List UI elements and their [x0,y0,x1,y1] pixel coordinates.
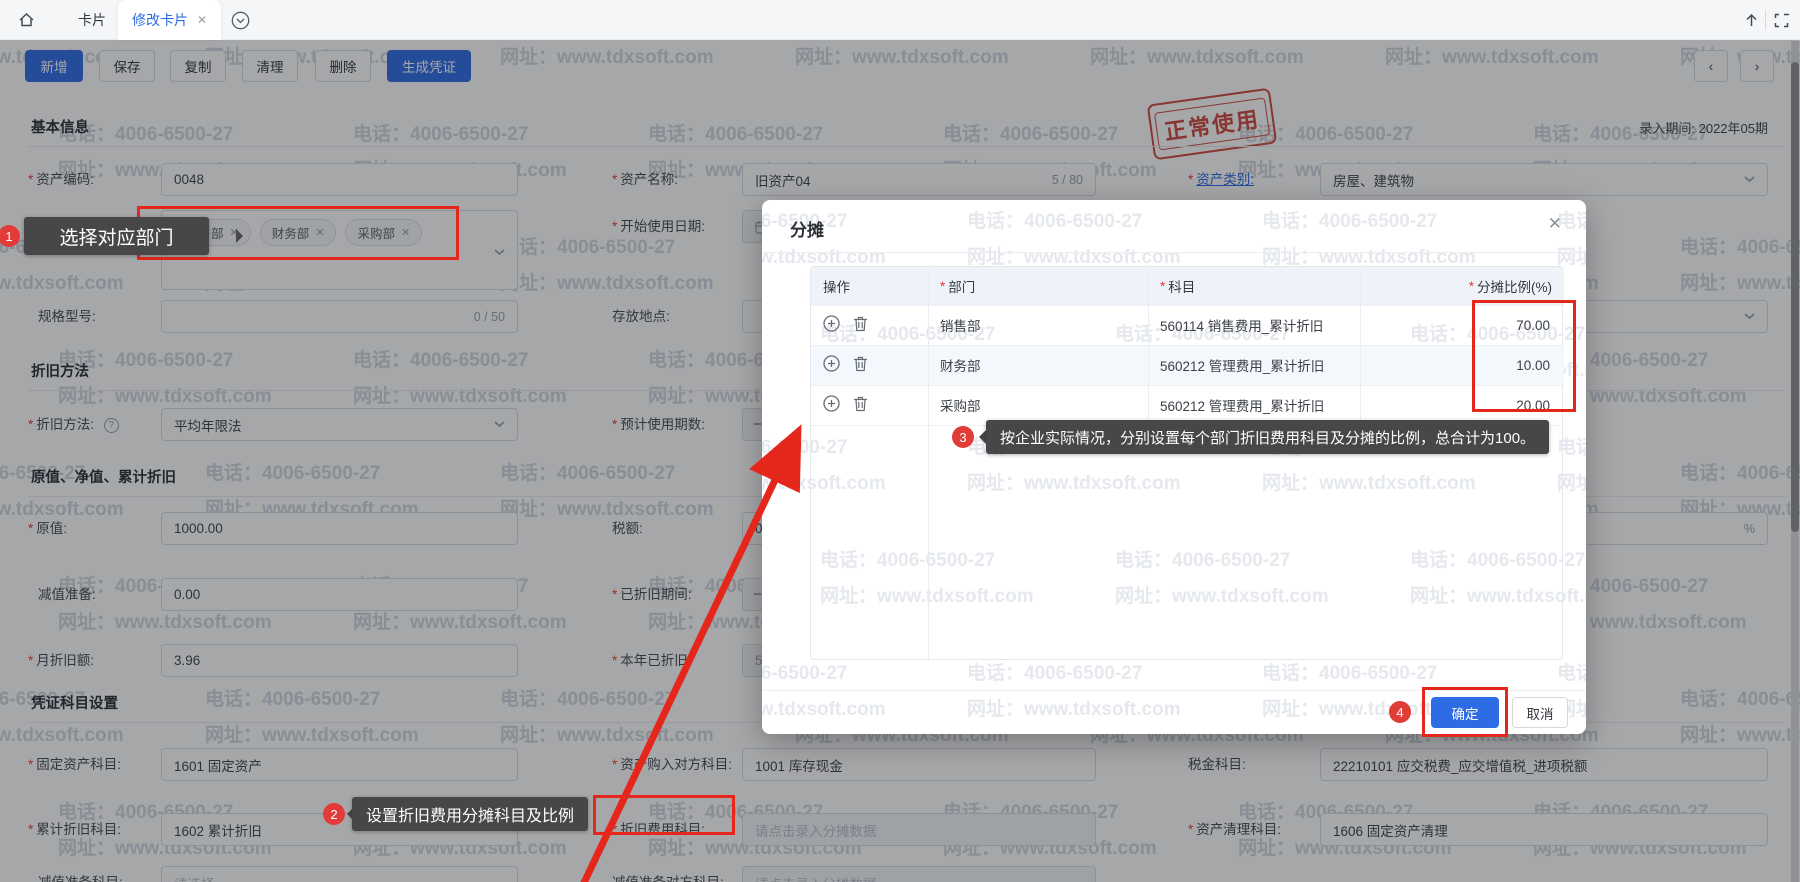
col-header-subject: *科目 [1148,267,1360,305]
col-header-ratio: *分摊比例(%) [1360,267,1564,305]
annotation-tooltip: 按企业实际情况，分别设置每个部门折旧费用科目及分摊的比例，总合计为100。 [986,420,1549,454]
tab-close-icon[interactable]: ✕ [197,13,207,27]
delete-row-icon[interactable] [853,316,868,335]
cell-ratio[interactable]: 10.00 [1360,345,1562,385]
cell-ratio[interactable]: 20.00 [1360,385,1562,425]
watermark-text: 电话：4006-6500-27 [1557,658,1586,685]
grid-line [1360,267,1361,425]
grid-line [811,305,1564,306]
cell-subject[interactable]: 560212 管理费用_累计折旧 [1148,385,1360,425]
add-row-icon[interactable] [823,395,840,415]
app-window: 电话：4006-6500-27 网址：www.tdxsoft.com 电话：4006… [0,0,1800,882]
row-actions [811,305,928,345]
cell-department[interactable]: 采购部 [928,385,1148,425]
modal-footer-divider [762,690,1586,691]
cell-ratio[interactable]: 70.00 [1360,305,1562,345]
tab-card-label: 卡片 [78,10,106,30]
col-header-department: *部门 [928,267,1148,305]
fullscreen-icon[interactable] [1774,13,1789,33]
modal-title: 分摊 [790,216,824,241]
tab-edit-card[interactable]: 修改卡片 ✕ [118,0,221,40]
allocation-modal: 电话：4006-6500-27 网址：www.tdxsoft.com 电话：4006… [762,200,1586,734]
watermark-text: 电话：4006-6500-27 [967,658,1142,685]
modal-close-icon[interactable]: ✕ [1548,214,1562,234]
annotation-tooltip-notch [236,229,250,243]
annotation-step-badge: 3 [952,426,974,448]
delete-row-icon[interactable] [853,356,868,375]
tab-list-dropdown-icon[interactable] [231,11,250,35]
modal-header-divider [762,252,1586,253]
watermark-text: 电话：4006-6500-27 [1262,206,1437,233]
annotation-step-badge: 4 [1389,701,1411,723]
grid-line [811,385,1564,386]
delete-row-icon[interactable] [853,396,868,415]
watermark-text: 电话：4006-6500-27 [1262,658,1437,685]
col-header-actions: 操作 [811,267,928,305]
watermark-text: 网址：www.tdxsoft.com [762,694,886,721]
allocation-table: 操作 *部门 *科目 *分摊比例(%) 销售部 560114 销售费用_累计折旧… [810,266,1563,660]
grid-line [811,345,1564,346]
annotation-tooltip-notch [972,430,986,444]
annotation-tooltip: 选择对应部门 [24,217,209,255]
cancel-button[interactable]: 取消 [1512,697,1568,728]
confirm-button-label: 确定 [1452,703,1479,723]
watermark-text: 电话：4006-6500-27 [762,658,847,685]
tab-edit-card-label: 修改卡片 [132,10,188,30]
row-actions [811,345,928,385]
watermark-text: 网址：www.tdxsoft.com [1262,242,1476,269]
confirm-button[interactable]: 确定 [1431,697,1499,728]
watermark-text: 网址：www.tdxsoft.com [967,242,1181,269]
add-row-icon[interactable] [823,355,840,375]
watermark-text: 网址：www.tdxsoft.com [967,694,1181,721]
annotation-tooltip: 设置折旧费用分摊科目及比例 [352,797,588,831]
grid-line [1148,267,1149,425]
grid-line [928,267,929,659]
watermark-text: 网址：www.tdxsoft.com [1557,242,1586,269]
cell-subject[interactable]: 560114 销售费用_累计折旧 [1148,305,1360,345]
watermark-text: 网址：www.tdxsoft.com [762,242,886,269]
add-row-icon[interactable] [823,315,840,335]
divider [1765,10,1766,30]
cancel-button-label: 取消 [1527,703,1554,723]
tab-card[interactable]: 卡片 [62,0,122,40]
cell-subject[interactable]: 560212 管理费用_累计折旧 [1148,345,1360,385]
cell-department[interactable]: 销售部 [928,305,1148,345]
row-actions [811,385,928,425]
tab-bar: 卡片 修改卡片 ✕ [0,0,1800,40]
home-icon[interactable] [18,11,35,33]
cell-department[interactable]: 财务部 [928,345,1148,385]
annotation-step-badge: 2 [323,803,345,825]
upload-arrow-icon[interactable] [1744,13,1759,33]
watermark-text: 电话：4006-6500-27 [967,206,1142,233]
